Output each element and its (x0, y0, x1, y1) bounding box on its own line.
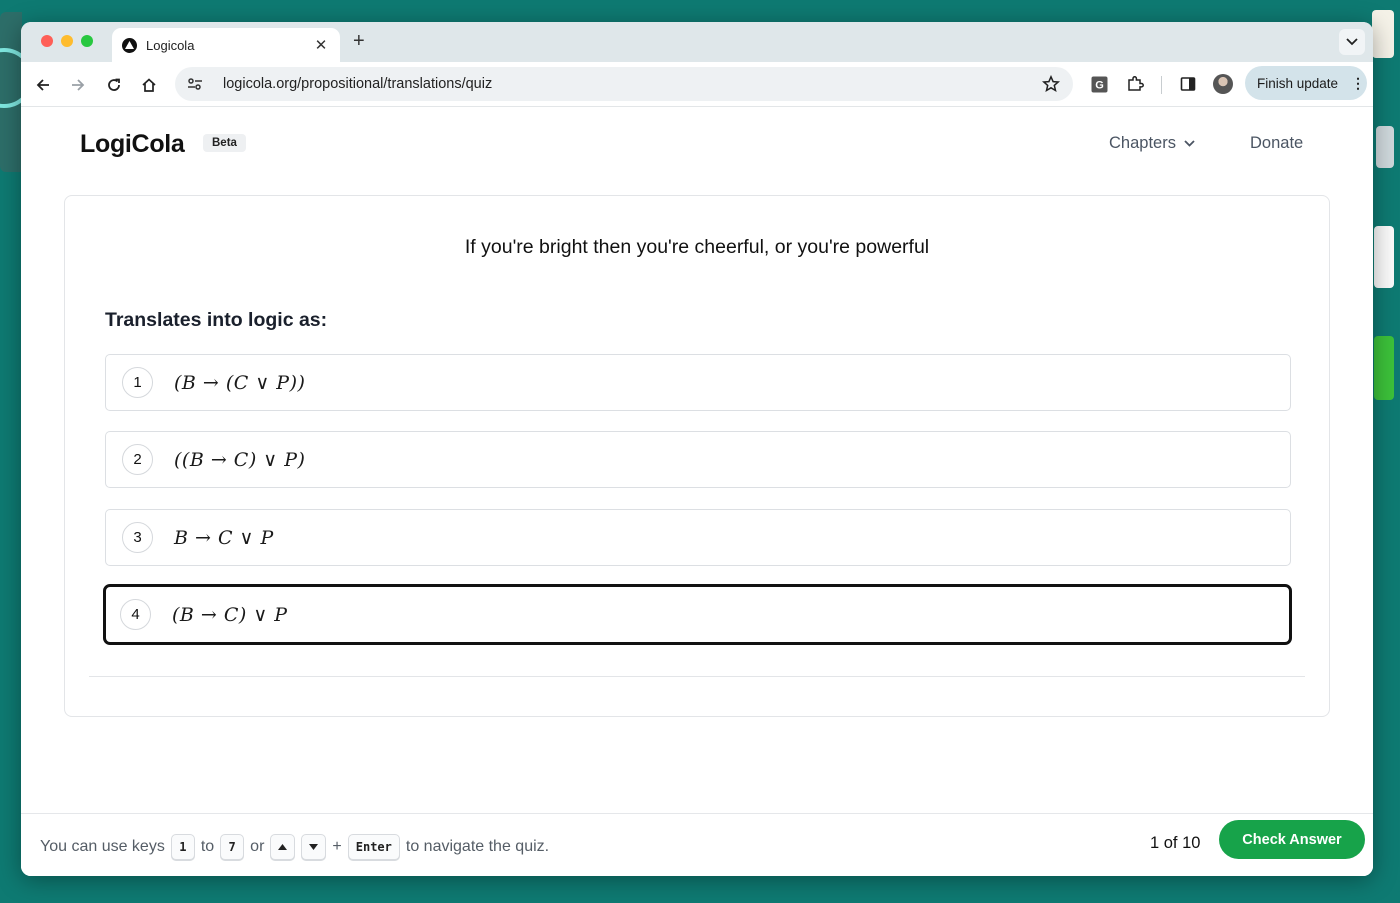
side-panel-icon[interactable] (1178, 74, 1198, 94)
key-arrow-up (270, 834, 296, 860)
option-formula: (B → (C ∨ P)) (174, 371, 306, 394)
new-tab-button[interactable]: + (353, 30, 365, 53)
check-answer-button[interactable]: Check Answer (1219, 820, 1365, 859)
option-formula: B → C ∨ P (174, 526, 274, 549)
key-1: 1 (170, 834, 195, 860)
tab-title: Logicola (146, 37, 195, 53)
back-button[interactable] (31, 73, 55, 97)
chevron-down-icon (1346, 38, 1358, 46)
window-controls (41, 35, 93, 47)
quiz-prompt: Translates into logic as: (105, 309, 328, 331)
minimize-window-button[interactable] (61, 35, 73, 47)
site-logo[interactable]: LogiCola (80, 130, 185, 159)
quiz-question: If you're bright then you're cheerful, o… (464, 236, 930, 258)
tab-search-button[interactable] (1339, 29, 1365, 55)
option-number: 2 (122, 444, 153, 475)
quiz-footer: You can use keys 1 to 7 or + Enter to na… (21, 813, 1373, 876)
desktop-icons-strip (1372, 0, 1400, 903)
chapters-dropdown[interactable]: Chapters (1109, 134, 1195, 153)
hint-to: to (200, 838, 215, 855)
finish-update-button[interactable]: Finish update ⋮ (1245, 66, 1367, 100)
key-arrow-down (301, 834, 327, 860)
desktop-file-icon (1374, 226, 1394, 288)
triangle-down-icon (309, 844, 319, 850)
beta-badge: Beta (203, 134, 246, 152)
triangle-up-icon (278, 844, 288, 850)
finish-update-label: Finish update (1257, 75, 1339, 91)
home-icon (142, 78, 156, 92)
option-number: 4 (120, 599, 151, 630)
desktop-file-icon (1372, 10, 1394, 58)
site-header: LogiCola Beta Chapters Donate (21, 107, 1373, 181)
tab-close-icon[interactable]: ✕ (312, 36, 330, 54)
arrow-right-icon (72, 79, 85, 91)
page-content: LogiCola Beta Chapters Donate If you're … (21, 107, 1373, 876)
browser-toolbar: logicola.org/propositional/translations/… (21, 62, 1373, 107)
option-number: 1 (122, 367, 153, 398)
answer-option-1[interactable]: 1 (B → (C ∨ P)) (105, 354, 1291, 411)
address-bar[interactable]: logicola.org/propositional/translations/… (175, 67, 1073, 101)
extensions-puzzle-icon[interactable] (1125, 74, 1145, 94)
answer-option-4[interactable]: 4 (B → C) ∨ P (103, 584, 1292, 645)
hint-suffix: to navigate the quiz. (405, 838, 550, 855)
desktop-file-icon (1374, 336, 1394, 400)
bookmark-star-icon[interactable] (1041, 74, 1061, 94)
forward-button[interactable] (66, 73, 90, 97)
quiz-card: If you're bright then you're cheerful, o… (64, 195, 1330, 717)
logicola-favicon-icon (122, 37, 137, 53)
arrow-left-icon (36, 79, 49, 91)
key-7: 7 (220, 834, 245, 860)
chevron-down-icon (1184, 140, 1195, 147)
profile-avatar[interactable] (1213, 74, 1233, 94)
url-text: logicola.org/propositional/translations/… (223, 76, 493, 92)
close-window-button[interactable] (41, 35, 53, 47)
key-enter: Enter (347, 834, 400, 860)
tab-logicola[interactable]: Logicola ✕ (112, 28, 340, 62)
toolbar-separator (1161, 76, 1162, 94)
donate-link[interactable]: Donate (1250, 134, 1303, 153)
grammarly-extension-icon[interactable]: G (1089, 74, 1109, 94)
quiz-progress: 1 of 10 (1150, 834, 1201, 852)
option-formula: (B → C) ∨ P (172, 603, 288, 626)
home-button[interactable] (137, 73, 161, 97)
maximize-window-button[interactable] (81, 35, 93, 47)
hint-or: or (250, 838, 265, 855)
site-settings-icon[interactable] (187, 75, 205, 93)
svg-text:G: G (1095, 79, 1104, 91)
reload-button[interactable] (102, 73, 126, 97)
option-formula: ((B → C) ∨ P) (174, 448, 306, 471)
browser-window: Logicola ✕ + logicola.org/propositional/… (21, 22, 1373, 876)
answer-option-3[interactable]: 3 B → C ∨ P (105, 509, 1291, 566)
answer-option-2[interactable]: 2 ((B → C) ∨ P) (105, 431, 1291, 488)
hint-plus: + (332, 838, 342, 855)
reload-icon (108, 78, 120, 91)
tab-strip: Logicola ✕ + (21, 22, 1373, 62)
more-menu-icon[interactable]: ⋮ (1349, 75, 1367, 92)
chapters-label: Chapters (1109, 134, 1176, 152)
option-number: 3 (122, 522, 153, 553)
keyboard-hint: You can use keys 1 to 7 or + Enter to na… (40, 834, 549, 860)
hint-prefix: You can use keys (40, 838, 165, 855)
desktop-file-icon (1376, 126, 1394, 168)
card-divider (89, 676, 1305, 677)
